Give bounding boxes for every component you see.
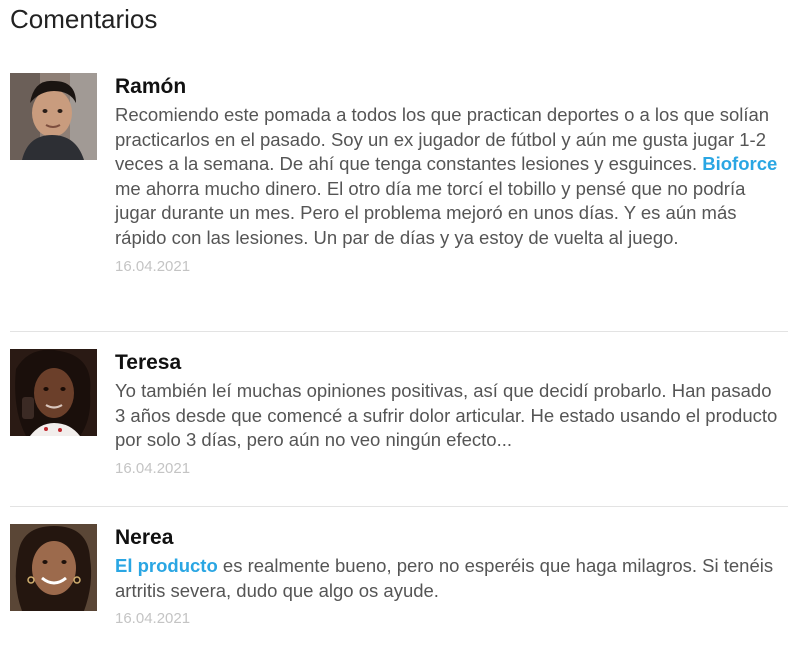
avatar xyxy=(10,349,97,436)
comment-date: 16.04.2021 xyxy=(115,257,191,275)
comment-divider xyxy=(10,331,788,332)
comment-divider xyxy=(10,506,788,507)
comment-author: Nerea xyxy=(115,526,174,549)
avatar xyxy=(10,73,97,160)
product-highlight: El producto xyxy=(115,555,218,576)
avatar xyxy=(10,524,97,611)
comment-author: Teresa xyxy=(115,351,182,374)
comments-section-title: Comentarios xyxy=(10,4,158,34)
avatar-photo-teresa xyxy=(10,349,97,436)
comment-text: Recomiendo este pomada a todos los que p… xyxy=(115,104,778,248)
product-highlight: Bioforce xyxy=(702,153,778,175)
comment-date: 16.04.2021 xyxy=(115,459,191,477)
avatar-photo-ramon xyxy=(10,73,97,160)
avatar-photo-nerea xyxy=(10,524,97,611)
comment-text: El producto es realmente bueno, pero no … xyxy=(115,555,774,601)
comment-date: 16.04.2021 xyxy=(115,610,191,628)
comment-text: Yo también leí muchas opiniones positiva… xyxy=(115,380,778,451)
comment-author: Ramón xyxy=(115,75,187,98)
